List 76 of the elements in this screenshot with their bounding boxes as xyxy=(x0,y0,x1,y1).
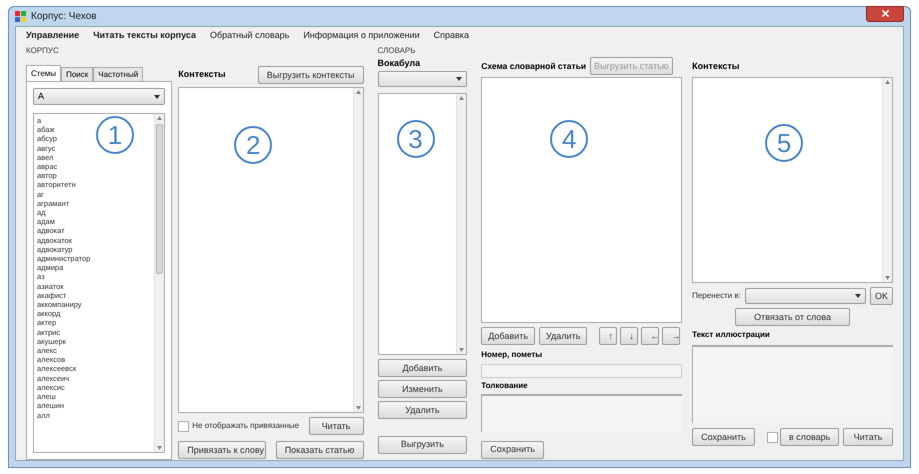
menu-item[interactable]: Справка xyxy=(434,29,469,43)
checkbox[interactable] xyxy=(766,432,778,442)
button[interactable]: Выгрузить контексты xyxy=(258,66,364,84)
button[interactable]: Сохранить xyxy=(692,428,755,446)
scroll-up-icon[interactable] xyxy=(884,80,890,84)
checkbox-label: Не отображать привязанные xyxy=(192,420,300,432)
tab[interactable]: Частотный xyxy=(93,67,144,81)
panel-title: Контексты xyxy=(178,68,226,82)
vocab-dropdown[interactable] xyxy=(378,71,468,87)
app-icon xyxy=(15,10,27,22)
letter-dropdown[interactable]: А xyxy=(33,88,166,105)
menu-item[interactable]: Управление xyxy=(26,29,80,43)
number-annotation: 3 xyxy=(396,120,435,158)
arrow-button[interactable]: ← xyxy=(641,327,660,345)
text-area[interactable]: 5 xyxy=(692,77,893,283)
scrollbar[interactable] xyxy=(456,94,466,354)
button[interactable]: Удалить xyxy=(539,327,588,345)
panel-title: Контексты xyxy=(692,60,740,73)
scroll-down-icon[interactable] xyxy=(157,446,162,450)
arrow-button[interactable]: ↑ xyxy=(599,327,618,345)
button[interactable]: OK xyxy=(870,287,893,305)
text-area[interactable] xyxy=(692,345,893,423)
button[interactable]: Читать xyxy=(308,417,364,435)
button[interactable]: в словарь xyxy=(780,428,840,446)
button[interactable]: Привязать к слову xyxy=(178,441,266,459)
target-dropdown[interactable] xyxy=(744,288,866,304)
field-label: Номер, пометы xyxy=(481,349,544,361)
button[interactable]: Добавить xyxy=(378,359,468,377)
window-title: Корпус: Чехов xyxy=(31,10,97,24)
button[interactable]: Изменить xyxy=(378,380,468,398)
button[interactable]: Добавить xyxy=(481,327,536,345)
scroll-up-icon[interactable] xyxy=(356,90,361,94)
button[interactable]: Удалить xyxy=(378,401,468,419)
scroll-up-icon[interactable] xyxy=(459,96,464,100)
button[interactable]: Читать xyxy=(842,428,893,446)
caret-icon xyxy=(154,94,160,98)
close-button[interactable] xyxy=(866,6,904,22)
scroll-down-icon[interactable] xyxy=(356,406,361,410)
arrow-button[interactable]: → xyxy=(662,327,680,345)
number-annotation: 5 xyxy=(765,124,804,162)
scrollbar[interactable] xyxy=(882,78,892,282)
caret-icon xyxy=(854,294,861,298)
section-label: КОРПУС xyxy=(26,45,60,57)
close-icon xyxy=(882,10,888,17)
tab[interactable]: Поиск xyxy=(61,67,94,81)
menu-item[interactable]: Информация о приложении xyxy=(303,29,420,43)
checkbox[interactable] xyxy=(178,420,190,432)
caret-icon xyxy=(456,77,462,81)
scroll-up-icon[interactable] xyxy=(157,116,162,120)
field-label: Текст иллюстрации xyxy=(692,329,771,341)
scheme-tree[interactable]: 4 xyxy=(481,77,682,323)
arrow-button[interactable]: ↓ xyxy=(620,327,638,345)
section-label: СЛОВАРЬ xyxy=(378,45,417,57)
number-annotation: 4 xyxy=(550,120,588,158)
menu-item[interactable]: Читать тексты корпуса xyxy=(93,29,196,43)
button[interactable]: Выгрузить xyxy=(378,436,468,454)
vocab-list[interactable]: 3 xyxy=(378,93,468,355)
scroll-down-icon[interactable] xyxy=(459,348,464,352)
button[interactable]: Сохранить xyxy=(481,440,544,458)
tab[interactable]: Стемы xyxy=(26,65,62,81)
panel-title: Вокабула xyxy=(378,57,422,69)
input-field[interactable] xyxy=(481,364,682,378)
scrollbar[interactable] xyxy=(154,114,164,452)
button[interactable]: Показать статью xyxy=(276,441,364,459)
word-list[interactable] xyxy=(33,113,166,453)
button[interactable]: Отвязать от слова xyxy=(735,308,850,326)
panel-title: Схема словарной статьи xyxy=(481,60,586,72)
menu-item[interactable]: Обратный словарь xyxy=(210,29,290,43)
scrollbar[interactable] xyxy=(352,88,363,412)
scroll-down-icon[interactable] xyxy=(884,276,890,280)
field-label: Толкование xyxy=(481,380,529,392)
text-area[interactable]: 2 xyxy=(178,87,364,413)
field-label: Перенести в: xyxy=(692,290,741,302)
text-area[interactable] xyxy=(481,394,682,432)
number-annotation: 2 xyxy=(234,126,272,164)
number-annotation: 1 xyxy=(96,116,134,154)
